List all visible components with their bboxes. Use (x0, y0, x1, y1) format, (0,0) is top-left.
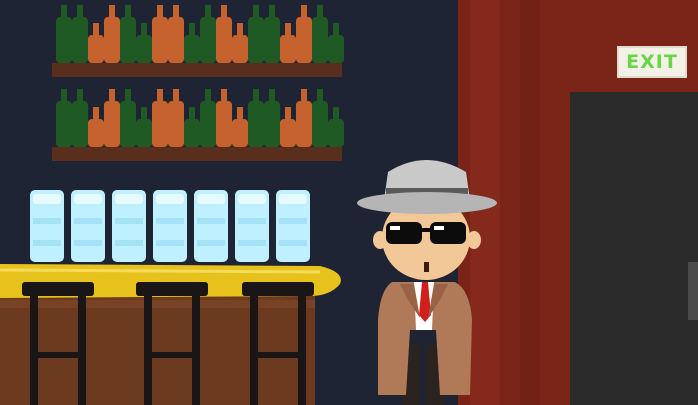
upper-shelf (52, 63, 342, 77)
glass-icon[interactable] (276, 190, 310, 262)
exit-door[interactable] (570, 92, 698, 405)
glass-icon[interactable] (71, 190, 105, 262)
exit-sign-label: EXIT (626, 51, 678, 73)
bar-scene: EXIT (0, 0, 698, 405)
glasses-row (30, 190, 310, 262)
glass-icon[interactable] (235, 190, 269, 262)
counter-front (0, 292, 315, 405)
glass-icon[interactable] (153, 190, 187, 262)
glass-icon[interactable] (30, 190, 64, 262)
left-ear (373, 231, 387, 249)
mouth (424, 262, 429, 272)
glass-icon[interactable] (112, 190, 146, 262)
lower-shelf (52, 147, 342, 161)
exit-sign[interactable]: EXIT (617, 46, 687, 78)
right-ear (467, 231, 481, 249)
glass-icon[interactable] (194, 190, 228, 262)
door-handle[interactable] (688, 262, 698, 320)
scene-canvas (0, 0, 698, 405)
